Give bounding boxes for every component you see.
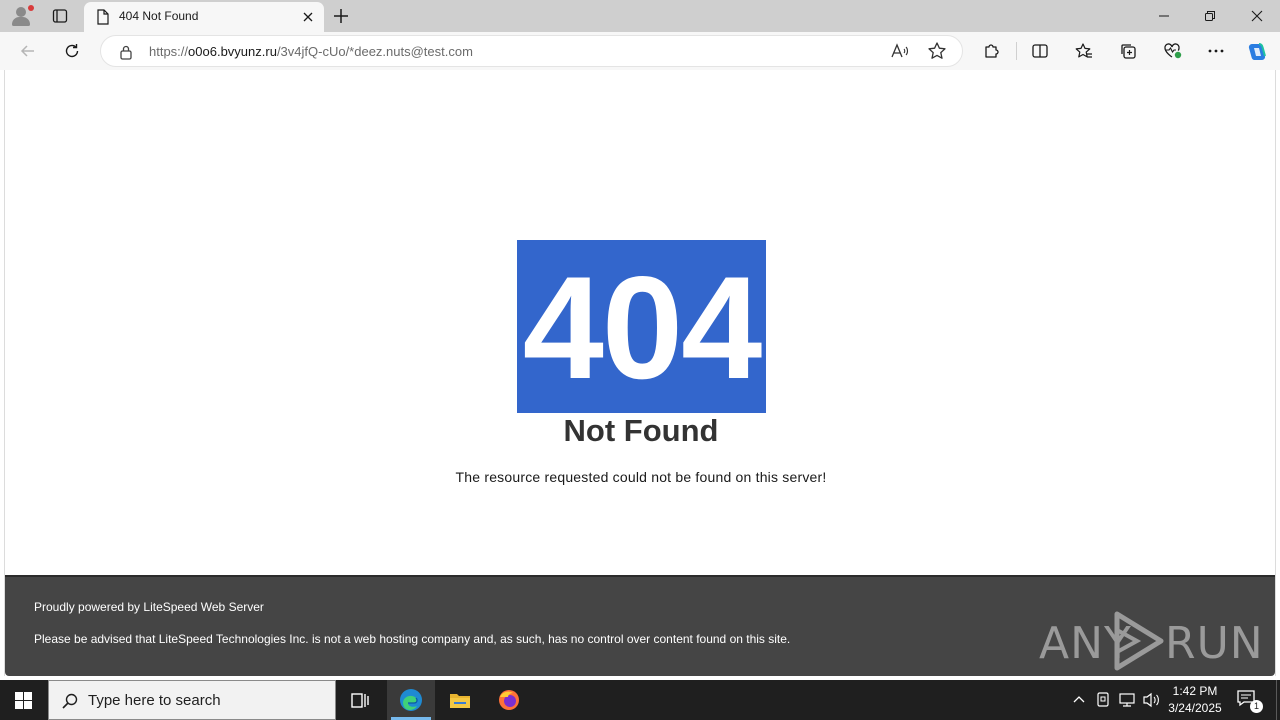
windows-taskbar: Type here to search 1:42 PM 3/24/2025 1: [0, 680, 1280, 720]
plus-icon: [334, 9, 348, 23]
more-dots-icon: [1208, 49, 1224, 53]
tab-actions-button[interactable]: [46, 4, 74, 28]
heart-pulse-icon: [1164, 43, 1182, 59]
search-icon: [62, 693, 78, 709]
copilot-icon: [1248, 43, 1266, 60]
edge-icon: [400, 689, 422, 711]
device-icon[interactable]: [1094, 690, 1112, 710]
address-bar[interactable]: https://o0o6.bvyunz.ru/3v4jfQ-cUo/*deez.…: [100, 35, 963, 67]
error-code: 404: [522, 246, 763, 409]
error-title: Not Found: [563, 413, 719, 448]
copilot-button[interactable]: [1242, 38, 1270, 64]
url-path: /3v4jfQ-cUo/*deez.nuts@test.com: [276, 44, 473, 59]
refresh-icon: [65, 44, 79, 58]
browser-essentials-button[interactable]: [1158, 38, 1186, 64]
chevron-up-icon[interactable]: [1071, 690, 1087, 710]
url-host: o0o6.bvyunz.ru: [188, 44, 277, 59]
footer-powered-by: Proudly powered by LiteSpeed Web Server: [34, 600, 264, 614]
star-icon: [928, 42, 946, 59]
profile-notification-dot: [28, 5, 34, 11]
minimize-button[interactable]: [1141, 0, 1187, 32]
favorite-star-button[interactable]: [927, 41, 949, 61]
restore-button[interactable]: [1187, 0, 1233, 32]
url-scheme: https://: [149, 44, 189, 59]
taskbar-search-box[interactable]: Type here to search: [48, 680, 336, 720]
firefox-icon: [499, 690, 519, 710]
server-footer: Proudly powered by LiteSpeed Web Server …: [5, 575, 1275, 676]
footer-disclaimer: Please be advised that LiteSpeed Technol…: [34, 632, 791, 646]
task-view-icon: [351, 693, 369, 708]
url-text: https://o0o6.bvyunz.ru/3v4jfQ-cUo/*deez.…: [149, 44, 473, 59]
error-code-box: 404: [517, 240, 766, 413]
arrow-left-icon: [20, 45, 34, 57]
profile-body-shape: [12, 17, 30, 26]
title-bar: 404 Not Found: [0, 0, 1280, 32]
new-tab-button[interactable]: [330, 5, 352, 27]
start-button[interactable]: [0, 680, 48, 720]
read-aloud-icon: [891, 43, 909, 58]
web-page: 404 Not Found The resource requested cou…: [4, 70, 1276, 676]
taskbar-edge-app[interactable]: [387, 680, 435, 720]
favorites-button[interactable]: [1070, 38, 1098, 64]
favorites-icon: [1075, 43, 1092, 58]
search-placeholder: Type here to search: [88, 692, 221, 709]
task-view-button[interactable]: [336, 680, 384, 720]
browser-toolbar: https://o0o6.bvyunz.ru/3v4jfQ-cUo/*deez.…: [0, 32, 1280, 70]
collections-button[interactable]: [1114, 38, 1142, 64]
back-button[interactable]: [14, 38, 42, 64]
close-icon: [303, 12, 313, 22]
refresh-button[interactable]: [58, 38, 86, 64]
tab-actions-icon: [52, 9, 68, 23]
windows-logo-icon: [15, 692, 32, 709]
split-screen-icon: [1032, 44, 1048, 58]
lock-icon: [120, 45, 132, 60]
extensions-button[interactable]: [978, 38, 1006, 64]
profile-avatar[interactable]: [8, 4, 36, 28]
restore-icon: [1205, 11, 1215, 21]
tab-title: 404 Not Found: [119, 9, 199, 23]
show-desktop-button[interactable]: [1276, 680, 1280, 720]
tab-close-button[interactable]: [298, 7, 318, 27]
clock-time: 1:42 PM: [1172, 684, 1218, 698]
page-icon: [97, 9, 109, 25]
error-message: The resource requested could not be foun…: [455, 469, 827, 485]
play-logo-icon: [1114, 611, 1164, 671]
tab-active[interactable]: 404 Not Found: [84, 2, 324, 32]
profile-head-shape: [16, 7, 26, 17]
folder-icon: [450, 694, 470, 708]
system-clock[interactable]: 1:42 PM 3/24/2025: [1156, 683, 1234, 717]
network-icon[interactable]: [1118, 690, 1136, 710]
minimize-icon: [1159, 15, 1169, 17]
clock-date: 3/24/2025: [1168, 701, 1222, 715]
close-icon: [1251, 10, 1263, 22]
read-aloud-button[interactable]: [889, 41, 911, 61]
anyrun-watermark: ANY RUN: [1039, 610, 1263, 672]
taskbar-firefox[interactable]: [485, 680, 533, 720]
window-close-button[interactable]: [1234, 0, 1280, 32]
watermark-right-text: RUN: [1165, 618, 1264, 669]
notification-center-button[interactable]: 1: [1236, 688, 1263, 713]
split-screen-button[interactable]: [1026, 38, 1054, 64]
toolbar-divider: [1016, 42, 1017, 60]
taskbar-file-explorer[interactable]: [436, 680, 484, 720]
puzzle-icon: [985, 44, 999, 58]
notification-count-badge: 1: [1250, 700, 1263, 713]
settings-more-button[interactable]: [1202, 38, 1230, 64]
collections-icon: [1121, 44, 1136, 59]
